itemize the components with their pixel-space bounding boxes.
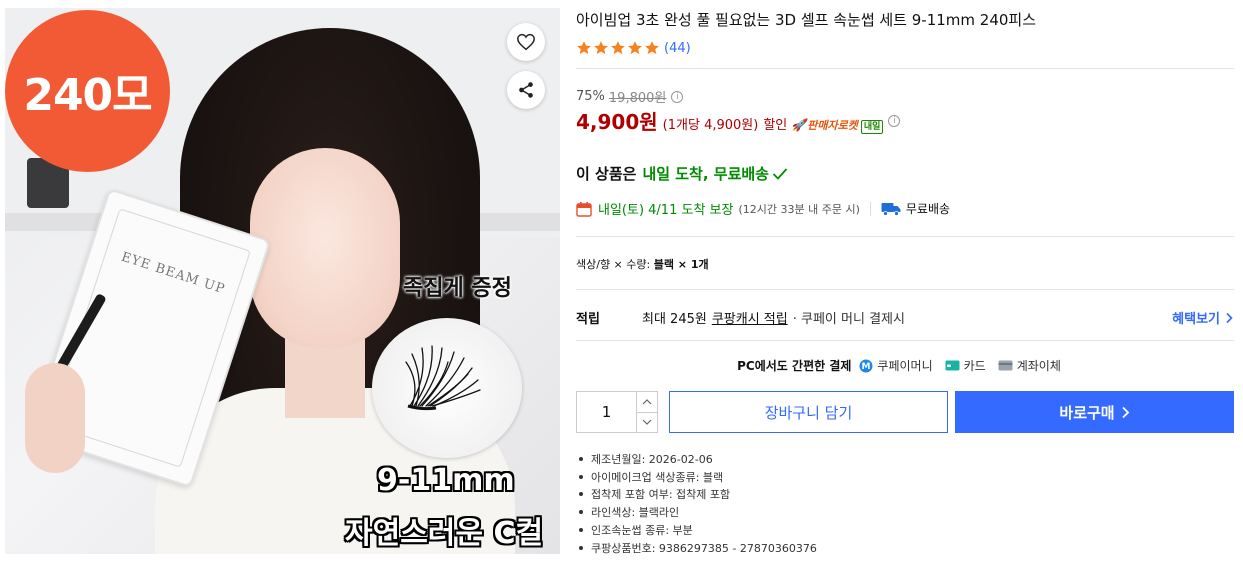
chevron-right-icon	[1226, 312, 1233, 323]
discount-row: 75% 19,800원 i	[576, 87, 684, 106]
delivery-condition: (12시간 33분 내 주문 시)	[738, 202, 860, 216]
info-icon[interactable]: i	[671, 90, 684, 103]
buy-now-label: 바로구매	[1059, 403, 1115, 422]
quantity-stepper: 1	[576, 391, 658, 433]
model-hand	[25, 363, 85, 473]
divider	[576, 289, 1234, 290]
payment-method-transfer: 계좌이체	[998, 357, 1061, 374]
star-icon	[577, 41, 591, 55]
discount-label: 할인	[763, 118, 788, 133]
points-row: 적립 최대 245원 쿠팡캐시 적립 · 쿠페이 머니 결제시 혜택보기	[576, 308, 1234, 327]
arrival-prefix: 이 상품은	[576, 165, 637, 183]
free-shipping-label: 무료배송	[905, 202, 951, 216]
svg-text:M: M	[862, 362, 871, 372]
bank-transfer-icon	[998, 360, 1013, 371]
coupay-money-icon: M	[859, 359, 873, 372]
discount-rate: 75%	[576, 89, 605, 104]
arrival-message: 이 상품은 내일 도착, 무료배송	[576, 163, 788, 184]
attribute-item: 접착제 포함 여부: 접착제 포함	[576, 486, 817, 504]
heart-icon	[517, 33, 535, 51]
lash-size-text: 9-11mm	[377, 463, 515, 498]
payment-title: PC에서도 간편한 결제	[737, 359, 852, 373]
rating-row[interactable]: (44)	[576, 40, 691, 56]
attribute-item: 쿠팡상품번호: 9386297385 - 27870360376	[576, 539, 817, 557]
truck-icon	[881, 202, 901, 216]
option-value: 블랙 × 1개	[653, 258, 709, 271]
product-attributes: 제조년월일: 2026-02-06 아이메이크업 색상종류: 블랙 접착제 포함…	[576, 450, 817, 557]
option-label: 색상/향 × 수량:	[576, 258, 651, 271]
divider	[576, 68, 1234, 69]
curl-type-text: 자연스러운 C컬	[345, 516, 544, 551]
star-rating	[576, 40, 660, 56]
attribute-item: 아이메이크업 색상종류: 블랙	[576, 468, 817, 486]
delivery-date: 내일(토) 4/11 도착 보장	[598, 203, 734, 218]
review-count-link[interactable]: (44)	[664, 41, 691, 56]
chevron-up-icon	[642, 398, 652, 405]
view-benefits-link[interactable]: 혜택보기	[1172, 308, 1234, 327]
payment-method-label: 쿠페이머니	[877, 359, 933, 373]
sale-price: 4,900원	[576, 110, 658, 134]
info-icon[interactable]: i	[888, 114, 901, 127]
product-title: 아이빔업 3초 완성 풀 필요없는 3D 셀프 속눈썹 세트 9-11mm 24…	[576, 11, 1037, 29]
quantity-decrease-button[interactable]	[637, 413, 657, 433]
star-icon	[594, 41, 608, 55]
star-icon	[628, 41, 642, 55]
payment-methods: PC에서도 간편한 결제 M 쿠페이머니 카드 계좌이체	[576, 357, 1234, 374]
points-pay-condition: · 쿠페이 머니 결제시	[792, 312, 905, 327]
payment-method-label: 계좌이체	[1016, 359, 1061, 373]
view-benefits-label: 혜택보기	[1172, 312, 1220, 327]
points-max: 최대 245원	[642, 312, 707, 327]
attribute-item: 제조년월일: 2026-02-06	[576, 450, 817, 468]
price-row: 4,900원 (1개당 4,900원) 할인 🚀 판매자로켓 내일 i	[576, 106, 901, 135]
selected-option: 색상/향 × 수량: 블랙 × 1개	[576, 256, 709, 272]
star-icon	[645, 41, 659, 55]
tweezer-gift-text: 족집게 증정	[403, 276, 512, 301]
unit-price: (1개당 4,900원)	[662, 118, 759, 133]
payment-method-coupay: M 쿠페이머니	[859, 357, 933, 374]
card-icon	[945, 360, 960, 371]
delivery-row: 내일(토) 4/11 도착 보장 (12시간 33분 내 주문 시) 무료배송	[576, 199, 950, 218]
divider	[869, 201, 871, 216]
wishlist-button[interactable]	[507, 23, 545, 61]
lash-closeup	[372, 318, 522, 458]
share-button[interactable]	[507, 71, 545, 109]
quantity-input[interactable]: 1	[577, 392, 637, 432]
payment-method-label: 카드	[963, 359, 986, 373]
quantity-increase-button[interactable]	[637, 392, 657, 413]
chevron-right-icon	[1121, 406, 1129, 418]
attribute-item: 인조속눈썹 종류: 부분	[576, 521, 817, 539]
lash-icon	[405, 345, 481, 411]
product-info-panel: 아이빔업 3초 완성 풀 필요없는 3D 셀프 속눈썹 세트 9-11mm 24…	[576, 0, 1234, 565]
star-icon	[611, 41, 625, 55]
product-image[interactable]: EYE BEAM UP 240모 족집게 증정 9-11mm 자연스러운 C컬	[5, 8, 560, 554]
arrival-highlight: 내일 도착, 무료배송	[642, 165, 769, 183]
check-icon	[772, 167, 788, 180]
points-label: 적립	[576, 312, 600, 327]
divider	[576, 236, 1234, 237]
seller-rocket-label: 판매자로켓	[807, 119, 858, 132]
divider	[576, 340, 1234, 341]
buy-now-button[interactable]: 바로구매	[955, 391, 1234, 433]
add-to-cart-button[interactable]: 장바구니 담기	[669, 391, 948, 433]
count-badge: 240모	[5, 10, 170, 172]
rocket-icon: 🚀	[791, 118, 807, 132]
tomorrow-badge: 내일	[860, 120, 884, 134]
coupang-cash-link[interactable]: 쿠팡캐시 적립	[712, 308, 788, 327]
chevron-down-icon	[642, 419, 652, 426]
attribute-item: 라인색상: 블랙라인	[576, 503, 817, 521]
seller-rocket-badge: 🚀 판매자로켓	[791, 117, 858, 133]
quantity-arrows	[637, 392, 657, 432]
original-price: 19,800원	[608, 91, 667, 106]
calendar-icon	[576, 201, 592, 217]
payment-method-card: 카드	[945, 357, 986, 374]
share-icon	[519, 82, 533, 98]
